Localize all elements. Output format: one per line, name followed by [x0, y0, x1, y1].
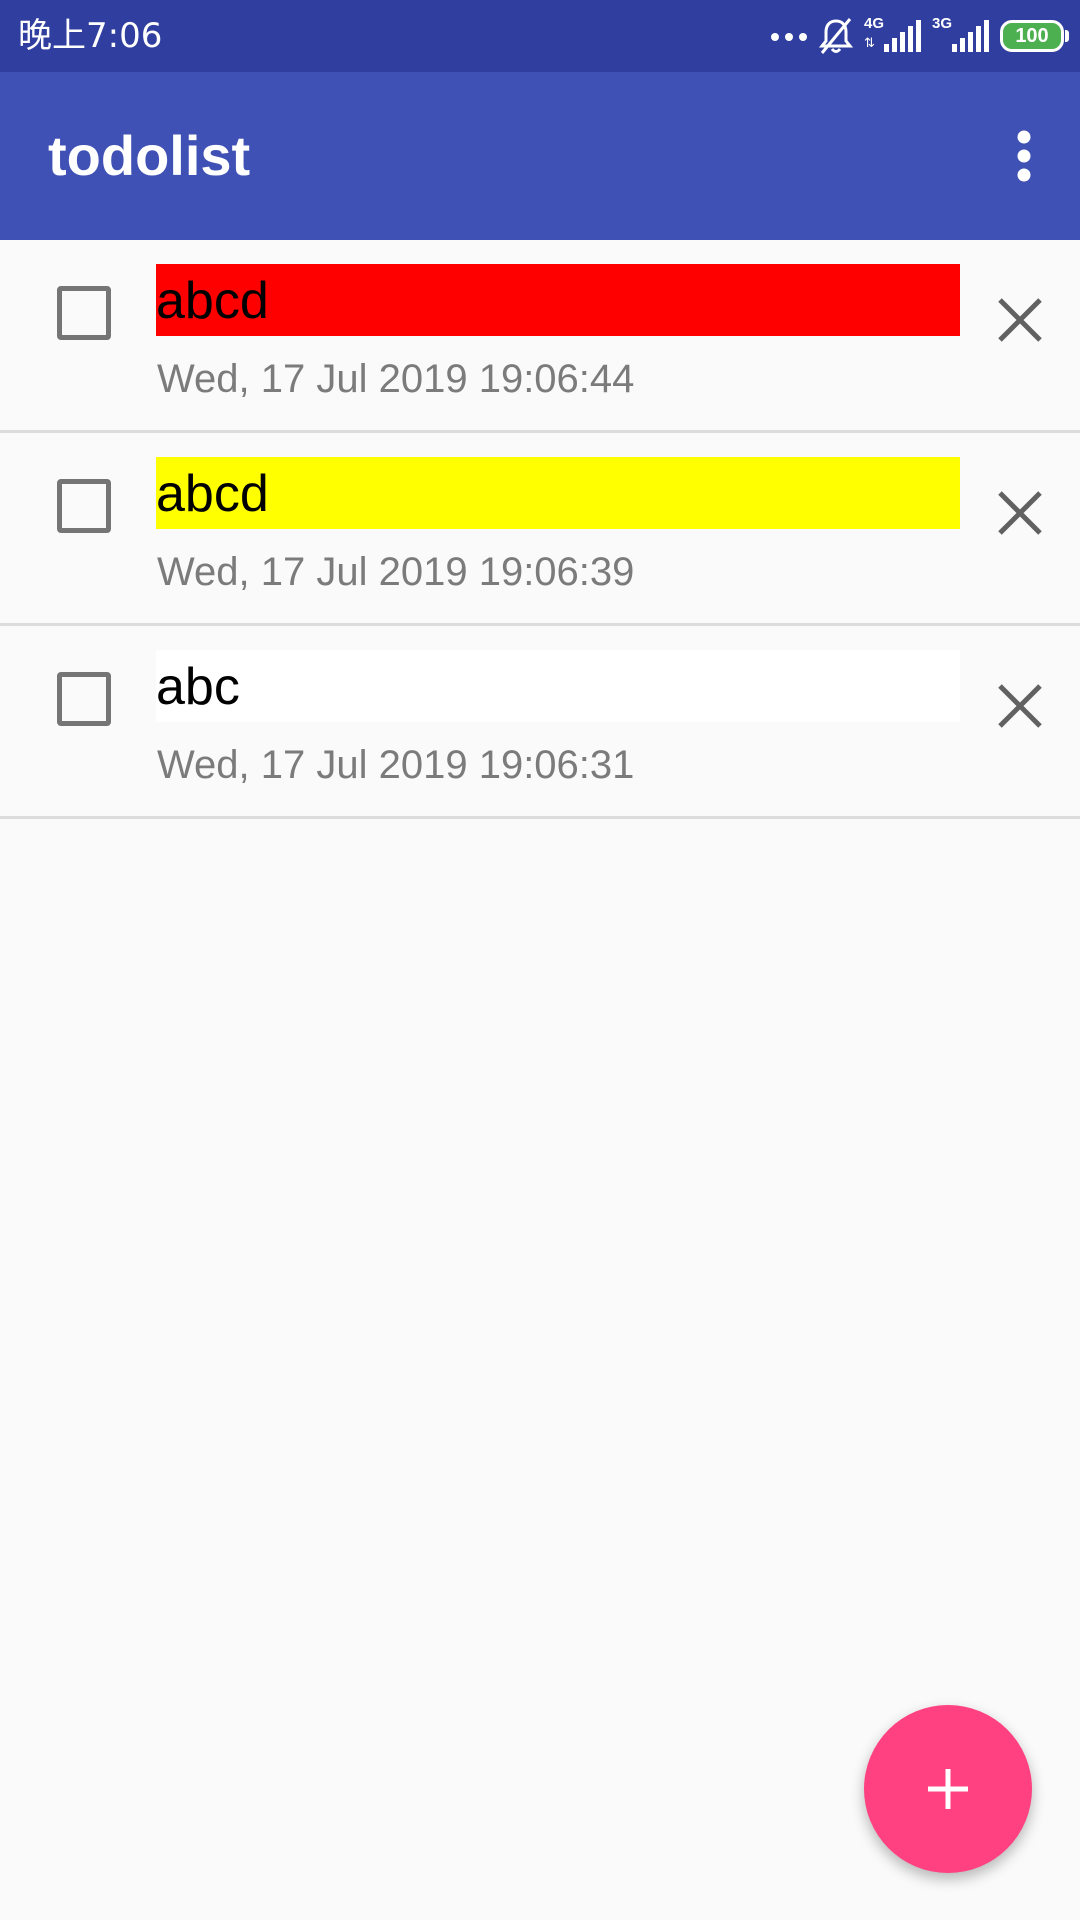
status-time: 晚上7:06 [18, 16, 163, 56]
data-arrows-icon: ⇅ [864, 35, 875, 50]
todo-title-box[interactable]: abcd [156, 264, 960, 336]
close-icon [998, 684, 1042, 728]
delete-button[interactable] [990, 290, 1050, 350]
status-icons: 4G ⇅ 3G 100 [760, 14, 1069, 58]
todo-timestamp: Wed, 17 Jul 2019 19:06:31 [157, 743, 635, 787]
signal-bars-icon [952, 20, 989, 52]
todo-title: abcd [156, 272, 269, 330]
delete-button[interactable] [990, 676, 1050, 736]
close-icon [998, 491, 1042, 535]
signal-3g-icon: 3G [932, 16, 990, 56]
app-title: todolist [48, 124, 251, 187]
battery-icon: 100 [1000, 20, 1069, 52]
network-1-label: 4G [864, 15, 885, 32]
todo-checkbox[interactable] [57, 672, 111, 726]
todo-item[interactable]: abcd Wed, 17 Jul 2019 19:06:39 [0, 433, 1080, 626]
signal-4g-icon: 4G ⇅ [864, 16, 922, 56]
todo-timestamp: Wed, 17 Jul 2019 19:06:44 [157, 357, 635, 401]
plus-icon [928, 1769, 968, 1809]
delete-button[interactable] [990, 483, 1050, 543]
more-dots-icon [771, 33, 807, 41]
todo-title-box[interactable]: abcd [156, 457, 960, 529]
todo-timestamp: Wed, 17 Jul 2019 19:06:39 [157, 550, 635, 594]
todo-title-box[interactable]: abc [156, 650, 960, 722]
add-todo-button[interactable] [864, 1705, 1032, 1873]
todo-title: abc [156, 658, 240, 716]
todo-checkbox[interactable] [57, 479, 111, 533]
overflow-menu-button[interactable] [988, 116, 1060, 196]
status-bar: 晚上7:06 4G ⇅ 3G 100 [0, 0, 1080, 72]
todo-item[interactable]: abc Wed, 17 Jul 2019 19:06:31 [0, 626, 1080, 819]
screen: 晚上7:06 4G ⇅ 3G 100 todolist abcd Wed, 17… [0, 0, 1080, 1920]
network-2-label: 3G [932, 15, 953, 32]
close-icon [998, 298, 1042, 342]
signal-bars-icon [884, 20, 921, 52]
battery-level: 100 [1015, 24, 1049, 47]
todo-checkbox[interactable] [57, 286, 111, 340]
more-vertical-icon [1017, 130, 1031, 182]
bell-muted-icon [818, 18, 854, 54]
todo-item[interactable]: abcd Wed, 17 Jul 2019 19:06:44 [0, 240, 1080, 433]
todo-title: abcd [156, 465, 269, 523]
todo-list: abcd Wed, 17 Jul 2019 19:06:44 abcd Wed,… [0, 240, 1080, 819]
app-bar: todolist [0, 72, 1080, 240]
